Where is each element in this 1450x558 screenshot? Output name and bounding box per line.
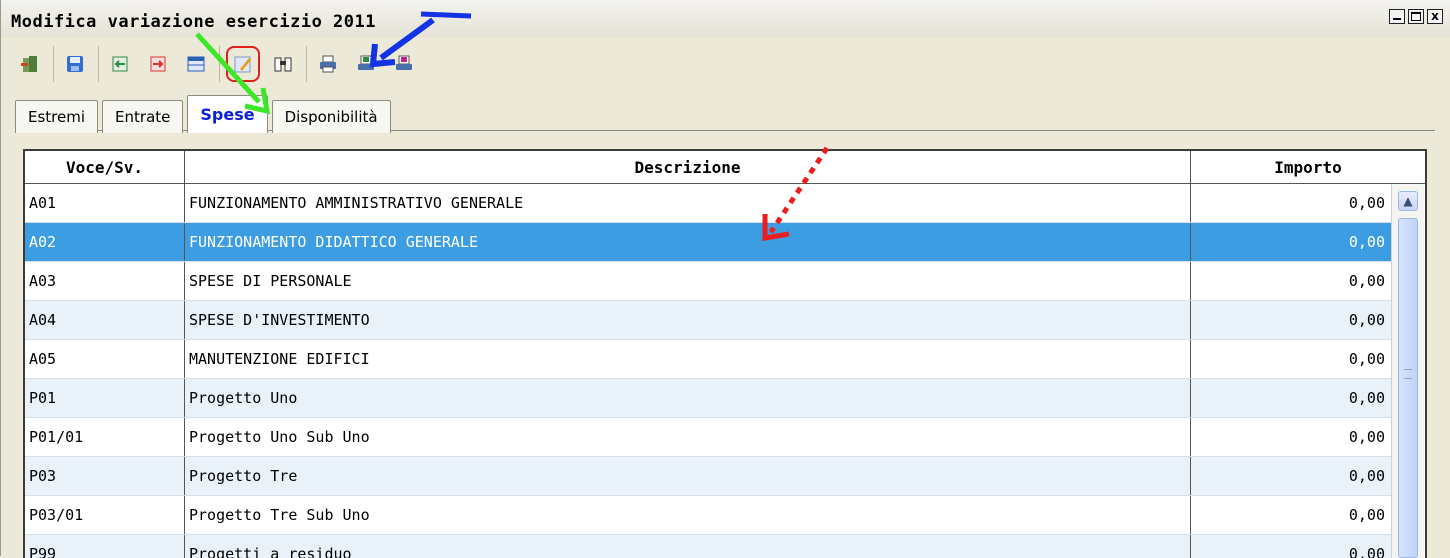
vertical-scrollbar[interactable]: ▲: [1391, 184, 1424, 558]
cell-amount: 0,00: [1348, 389, 1385, 407]
window-controls: x: [1389, 9, 1443, 24]
binoculars-icon: [274, 57, 292, 72]
cell-amount: 0,00: [1348, 233, 1385, 251]
table-row[interactable]: A03 SPESE DI PERSONALE 0,00: [25, 262, 1391, 301]
table-row[interactable]: A01 FUNZIONAMENTO AMMINISTRATIVO GENERALE…: [25, 184, 1391, 223]
cell-code: A01: [25, 184, 185, 222]
table-row[interactable]: P99 Progetti a residuo 0,00: [25, 535, 1391, 558]
app-window: Modifica variazione esercizio 2011 x Est…: [0, 0, 1450, 558]
cell-code: P99: [25, 535, 185, 558]
cell-code: A04: [25, 301, 185, 339]
toolbar-separator: [306, 46, 307, 82]
cell-amount: 0,00: [1348, 311, 1385, 329]
table-row[interactable]: P01 Progetto Uno 0,00: [25, 379, 1391, 418]
table-row[interactable]: P03 Progetto Tre 0,00: [25, 457, 1391, 496]
table-row[interactable]: A05 MANUTENZIONE EDIFICI 0,00: [25, 340, 1391, 379]
toolbar: [15, 40, 427, 88]
cell-amount: 0,00: [1348, 272, 1385, 290]
printer-icon: [320, 55, 336, 73]
cell-amount: 0,00: [1348, 467, 1385, 485]
tab-spese[interactable]: Spese: [187, 95, 268, 133]
exit-button[interactable]: [15, 46, 45, 82]
cell-description: FUNZIONAMENTO AMMINISTRATIVO GENERALE: [185, 184, 1191, 222]
grid-rows: A01 FUNZIONAMENTO AMMINISTRATIVO GENERALE…: [25, 184, 1391, 558]
tab-bar: Estremi Entrate Spese Disponibilità: [15, 95, 395, 133]
tab-disponibilita[interactable]: Disponibilità: [271, 100, 391, 133]
cell-description: FUNZIONAMENTO DIDATTICO GENERALE: [185, 223, 1191, 261]
export-button[interactable]: [143, 46, 173, 82]
table-row[interactable]: A02 FUNZIONAMENTO DIDATTICO GENERALE 0,00: [25, 223, 1391, 262]
cell-code: P01: [25, 379, 185, 417]
cell-description: Progetto Tre: [185, 457, 1191, 495]
column-header-descrizione[interactable]: Descrizione: [185, 151, 1191, 183]
toolbar-separator: [53, 46, 54, 82]
scroll-thumb[interactable]: [1398, 218, 1418, 558]
column-header-importo[interactable]: Importo: [1191, 151, 1425, 183]
scroll-up-icon[interactable]: ▲: [1398, 191, 1418, 211]
table-row[interactable]: A04 SPESE D'INVESTIMENTO 0,00: [25, 301, 1391, 340]
tab-entrate[interactable]: Entrate: [102, 100, 184, 133]
tab-estremi[interactable]: Estremi: [15, 100, 99, 133]
grid-header: Voce/Sv. Descrizione Importo: [25, 151, 1425, 184]
cell-description: SPESE D'INVESTIMENTO: [185, 301, 1191, 339]
print-g-button[interactable]: [351, 46, 381, 82]
toolbar-separator: [98, 46, 99, 82]
print-p-icon: [396, 55, 412, 70]
maximize-button[interactable]: [1408, 9, 1424, 24]
cell-code: P03: [25, 457, 185, 495]
find-button[interactable]: [268, 46, 298, 82]
table-button[interactable]: [181, 46, 211, 82]
data-grid: Voce/Sv. Descrizione Importo A01 FUNZIONA…: [23, 149, 1427, 558]
table-icon: [187, 56, 205, 72]
cell-code: P01/01: [25, 418, 185, 456]
cell-description: SPESE DI PERSONALE: [185, 262, 1191, 300]
cell-description: Progetto Uno: [185, 379, 1191, 417]
export-icon: [150, 56, 166, 72]
cell-description: MANUTENZIONE EDIFICI: [185, 340, 1191, 378]
minimize-button[interactable]: [1389, 9, 1405, 24]
close-button[interactable]: x: [1427, 9, 1443, 24]
edit-button[interactable]: [226, 46, 260, 82]
column-header-voce[interactable]: Voce/Sv.: [25, 151, 185, 183]
table-row[interactable]: P03/01 Progetto Tre Sub Uno 0,00: [25, 496, 1391, 535]
cell-code: P03/01: [25, 496, 185, 534]
cell-amount: 0,00: [1348, 194, 1385, 212]
toolbar-separator: [219, 46, 220, 82]
cell-code: A02: [25, 223, 185, 261]
edit-icon: [234, 56, 251, 73]
cell-code: A05: [25, 340, 185, 378]
window-title: Modifica variazione esercizio 2011: [11, 12, 376, 32]
title-bar: Modifica variazione esercizio 2011 x: [1, 0, 1450, 37]
cell-amount: 0,00: [1348, 506, 1385, 524]
print-p-button[interactable]: [389, 46, 419, 82]
cell-amount: 0,00: [1348, 428, 1385, 446]
cell-amount: 0,00: [1348, 350, 1385, 368]
save-button[interactable]: [60, 46, 90, 82]
cell-amount: 0,00: [1348, 545, 1385, 558]
cell-description: Progetti a residuo: [185, 535, 1191, 558]
table-row[interactable]: P01/01 Progetto Uno Sub Uno 0,00: [25, 418, 1391, 457]
grip-icon: [1404, 369, 1412, 379]
cell-description: Progetto Tre Sub Uno: [185, 496, 1191, 534]
save-icon: [67, 56, 83, 72]
exit-icon: [21, 56, 37, 72]
cell-description: Progetto Uno Sub Uno: [185, 418, 1191, 456]
print-g-icon: [358, 55, 374, 70]
cell-code: A03: [25, 262, 185, 300]
import-icon: [112, 56, 128, 72]
print-button[interactable]: [313, 46, 343, 82]
import-button[interactable]: [105, 46, 135, 82]
